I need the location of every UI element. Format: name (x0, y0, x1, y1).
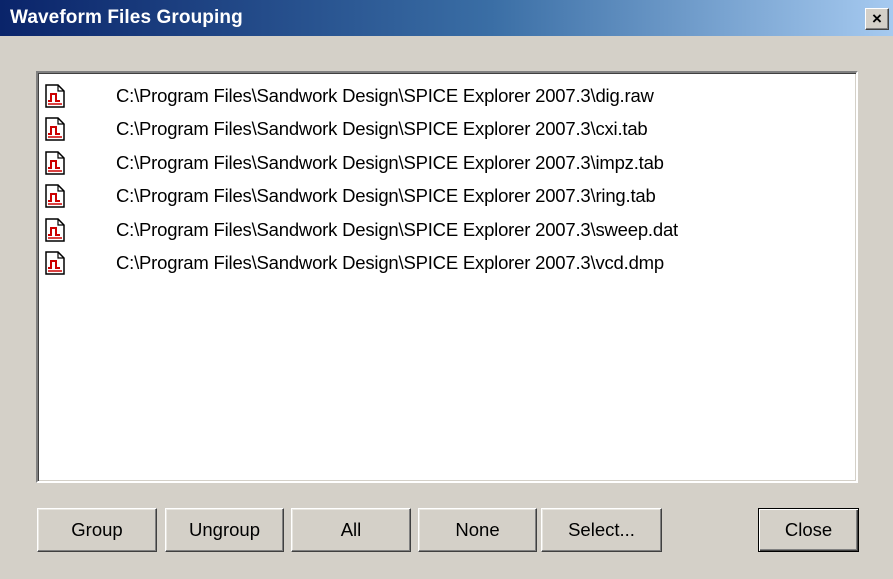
ungroup-button[interactable]: Ungroup (165, 508, 284, 552)
title-bar[interactable]: Waveform Files Grouping × (0, 0, 893, 36)
waveform-file-list[interactable]: C:\Program Files\Sandwork Design\SPICE E… (36, 71, 858, 483)
select-button[interactable]: Select... (541, 508, 662, 552)
file-path: C:\Program Files\Sandwork Design\SPICE E… (116, 252, 664, 274)
file-path: C:\Program Files\Sandwork Design\SPICE E… (116, 151, 664, 173)
list-item[interactable]: C:\Program Files\Sandwork Design\SPICE E… (44, 146, 852, 180)
list-item[interactable]: C:\Program Files\Sandwork Design\SPICE E… (44, 180, 852, 214)
close-button[interactable]: Close (758, 508, 859, 552)
window-title: Waveform Files Grouping (10, 7, 243, 28)
list-item[interactable]: C:\Program Files\Sandwork Design\SPICE E… (44, 247, 852, 281)
file-path: C:\Program Files\Sandwork Design\SPICE E… (116, 218, 678, 240)
waveform-file-icon (45, 117, 65, 141)
title-close-button[interactable]: × (865, 8, 889, 30)
file-path: C:\Program Files\Sandwork Design\SPICE E… (116, 185, 656, 207)
waveform-file-icon (45, 151, 65, 175)
file-path: C:\Program Files\Sandwork Design\SPICE E… (116, 118, 648, 140)
none-button[interactable]: None (418, 508, 537, 552)
list-item[interactable]: C:\Program Files\Sandwork Design\SPICE E… (44, 113, 852, 147)
waveform-files-grouping-dialog: Waveform Files Grouping × C:\Program Fil… (0, 0, 893, 579)
file-list-rows: C:\Program Files\Sandwork Design\SPICE E… (44, 79, 852, 280)
group-button[interactable]: Group (37, 508, 157, 552)
all-button[interactable]: All (291, 508, 411, 552)
waveform-file-icon (45, 218, 65, 242)
file-path: C:\Program Files\Sandwork Design\SPICE E… (116, 84, 654, 106)
list-item[interactable]: C:\Program Files\Sandwork Design\SPICE E… (44, 213, 852, 247)
waveform-file-icon (45, 184, 65, 208)
waveform-file-icon (45, 251, 65, 275)
list-item[interactable]: C:\Program Files\Sandwork Design\SPICE E… (44, 79, 852, 113)
waveform-file-icon (45, 84, 65, 108)
